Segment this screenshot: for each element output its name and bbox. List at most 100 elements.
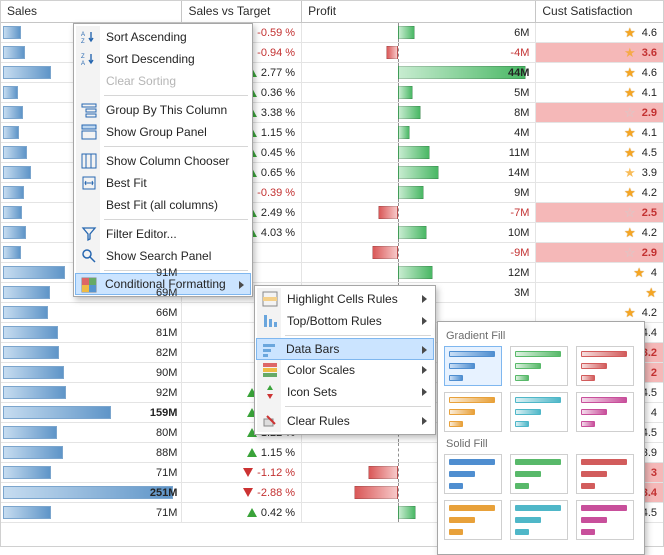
submenu-arrow-icon — [422, 417, 427, 425]
header-svt[interactable]: Sales vs Target — [182, 1, 302, 22]
menu-column-chooser[interactable]: Show Column Chooser — [76, 150, 250, 172]
cust-value: 4.6 — [642, 27, 657, 39]
databar-swatch[interactable] — [444, 346, 502, 386]
cell-cust-satisfaction[interactable]: ★4.5 — [536, 143, 663, 162]
menu-show-search-panel[interactable]: Show Search Panel — [76, 245, 250, 267]
header-sales[interactable]: Sales — [1, 1, 182, 22]
menu-icon-sets[interactable]: Icon Sets — [257, 381, 433, 403]
cust-value: 2 — [651, 367, 657, 379]
cell-cust-satisfaction[interactable]: ★4.1 — [536, 123, 663, 142]
cell-cust-satisfaction[interactable]: ☆2.9 — [536, 103, 663, 122]
databar-swatch[interactable] — [576, 392, 634, 432]
menu-clear-rules[interactable]: Clear Rules — [257, 410, 433, 432]
star-icon: ★ — [624, 86, 636, 99]
menu-sort-ascending[interactable]: AZ Sort Ascending — [76, 26, 250, 48]
data-bars-icon — [261, 341, 279, 359]
databar-swatch[interactable] — [510, 500, 568, 540]
profit-value: 44M — [508, 67, 529, 79]
cell-profit[interactable]: 9M — [302, 183, 536, 202]
menu-filter-editor[interactable]: Filter Editor... — [76, 223, 250, 245]
profit-data-bar — [398, 146, 430, 159]
cell-sales[interactable]: 90M — [1, 363, 182, 382]
cell-sales[interactable]: 88M — [1, 443, 182, 462]
databar-swatch[interactable] — [444, 392, 502, 432]
menu-best-fit[interactable]: Best Fit — [76, 172, 250, 194]
sales-value: 69M — [156, 287, 177, 299]
cell-cust-satisfaction[interactable]: ★3.9 — [536, 163, 663, 182]
cell-profit[interactable]: 12M — [302, 263, 536, 282]
cell-cust-satisfaction[interactable]: ★4.6 — [536, 23, 663, 42]
search-icon — [80, 247, 98, 265]
databar-swatch[interactable] — [510, 454, 568, 494]
cust-value: 2.9 — [642, 247, 657, 259]
cell-profit[interactable]: 11M — [302, 143, 536, 162]
databar-swatch[interactable] — [444, 500, 502, 540]
cell-profit[interactable]: 44M — [302, 63, 536, 82]
menu-best-fit-all[interactable]: Best Fit (all columns) — [76, 194, 250, 216]
cell-profit[interactable]: -4M — [302, 43, 536, 62]
cell-cust-satisfaction[interactable]: ★ — [536, 283, 663, 302]
menu-sort-descending[interactable]: ZA Sort Descending — [76, 48, 250, 70]
sales-value: 159M — [150, 407, 178, 419]
cust-value: 2.5 — [642, 207, 657, 219]
sales-data-bar — [3, 106, 23, 119]
cell-cust-satisfaction[interactable]: ★4 — [536, 263, 663, 282]
menu-data-bars[interactable]: Data Bars — [256, 338, 434, 360]
cell-sales[interactable]: 92M — [1, 383, 182, 402]
cell-profit[interactable]: 4M — [302, 123, 536, 142]
menu-label: Highlight Cells Rules — [287, 292, 398, 306]
databar-swatch[interactable] — [510, 392, 568, 432]
cell-sales[interactable]: 251M — [1, 483, 182, 502]
cell-cust-satisfaction[interactable]: ★4.6 — [536, 63, 663, 82]
cell-sales[interactable]: 71M — [1, 503, 182, 522]
cell-sales-vs-target[interactable]: -2.88 % — [182, 483, 302, 502]
cell-profit[interactable]: -7M — [302, 203, 536, 222]
cell-profit[interactable]: -9M — [302, 243, 536, 262]
menu-highlight-cells[interactable]: Highlight Cells Rules — [257, 288, 433, 310]
cell-sales-vs-target[interactable]: -1.12 % — [182, 463, 302, 482]
cell-profit[interactable]: 5M — [302, 83, 536, 102]
cell-cust-satisfaction[interactable]: ★4.1 — [536, 83, 663, 102]
databar-swatch[interactable] — [576, 454, 634, 494]
cell-sales[interactable]: 81M — [1, 323, 182, 342]
svt-value: 0.42 % — [261, 507, 295, 519]
sales-value: 66M — [156, 307, 177, 319]
databar-swatch[interactable] — [576, 346, 634, 386]
menu-color-scales[interactable]: Color Scales — [257, 359, 433, 381]
header-cust[interactable]: Cust Satisfaction — [536, 1, 663, 22]
cell-cust-satisfaction[interactable]: ★4.2 — [536, 223, 663, 242]
cell-sales[interactable]: 66M — [1, 303, 182, 322]
profit-zero-line — [398, 443, 399, 462]
sales-data-bar — [3, 186, 24, 199]
menu-group-by-column[interactable]: Group By This Column — [76, 99, 250, 121]
menu-show-group-panel[interactable]: Show Group Panel — [76, 121, 250, 143]
sales-data-bar — [3, 66, 51, 79]
header-profit[interactable]: Profit — [302, 1, 536, 22]
menu-top-bottom-rules[interactable]: Top/Bottom Rules — [257, 310, 433, 332]
profit-value: 12M — [508, 267, 529, 279]
cell-cust-satisfaction[interactable]: ★3.6 — [536, 43, 663, 62]
profit-data-bar — [386, 46, 398, 59]
topbottom-icon — [261, 312, 279, 330]
cell-profit[interactable]: 14M — [302, 163, 536, 182]
databar-swatch[interactable] — [444, 454, 502, 494]
submenu-arrow-icon — [239, 281, 244, 289]
cell-cust-satisfaction[interactable]: ★4.2 — [536, 303, 663, 322]
cell-profit[interactable]: 8M — [302, 103, 536, 122]
cell-profit[interactable]: 10M — [302, 223, 536, 242]
cell-profit[interactable]: 6M — [302, 23, 536, 42]
cell-sales-vs-target[interactable]: 0.42 % — [182, 503, 302, 522]
cell-sales[interactable]: 71M — [1, 463, 182, 482]
cell-sales[interactable]: 159M — [1, 403, 182, 422]
cell-sales-vs-target[interactable]: 1.15 % — [182, 443, 302, 462]
databar-swatch[interactable] — [510, 346, 568, 386]
cell-sales[interactable]: 80M — [1, 423, 182, 442]
cell-cust-satisfaction[interactable]: ★4.2 — [536, 183, 663, 202]
cell-cust-satisfaction[interactable]: ☆2.5 — [536, 203, 663, 222]
cell-cust-satisfaction[interactable]: ☆2.9 — [536, 243, 663, 262]
profit-data-bar — [398, 266, 433, 279]
databar-swatch[interactable] — [576, 500, 634, 540]
menu-label: Color Scales — [287, 363, 355, 377]
profit-data-bar — [354, 486, 398, 499]
cell-sales[interactable]: 82M — [1, 343, 182, 362]
